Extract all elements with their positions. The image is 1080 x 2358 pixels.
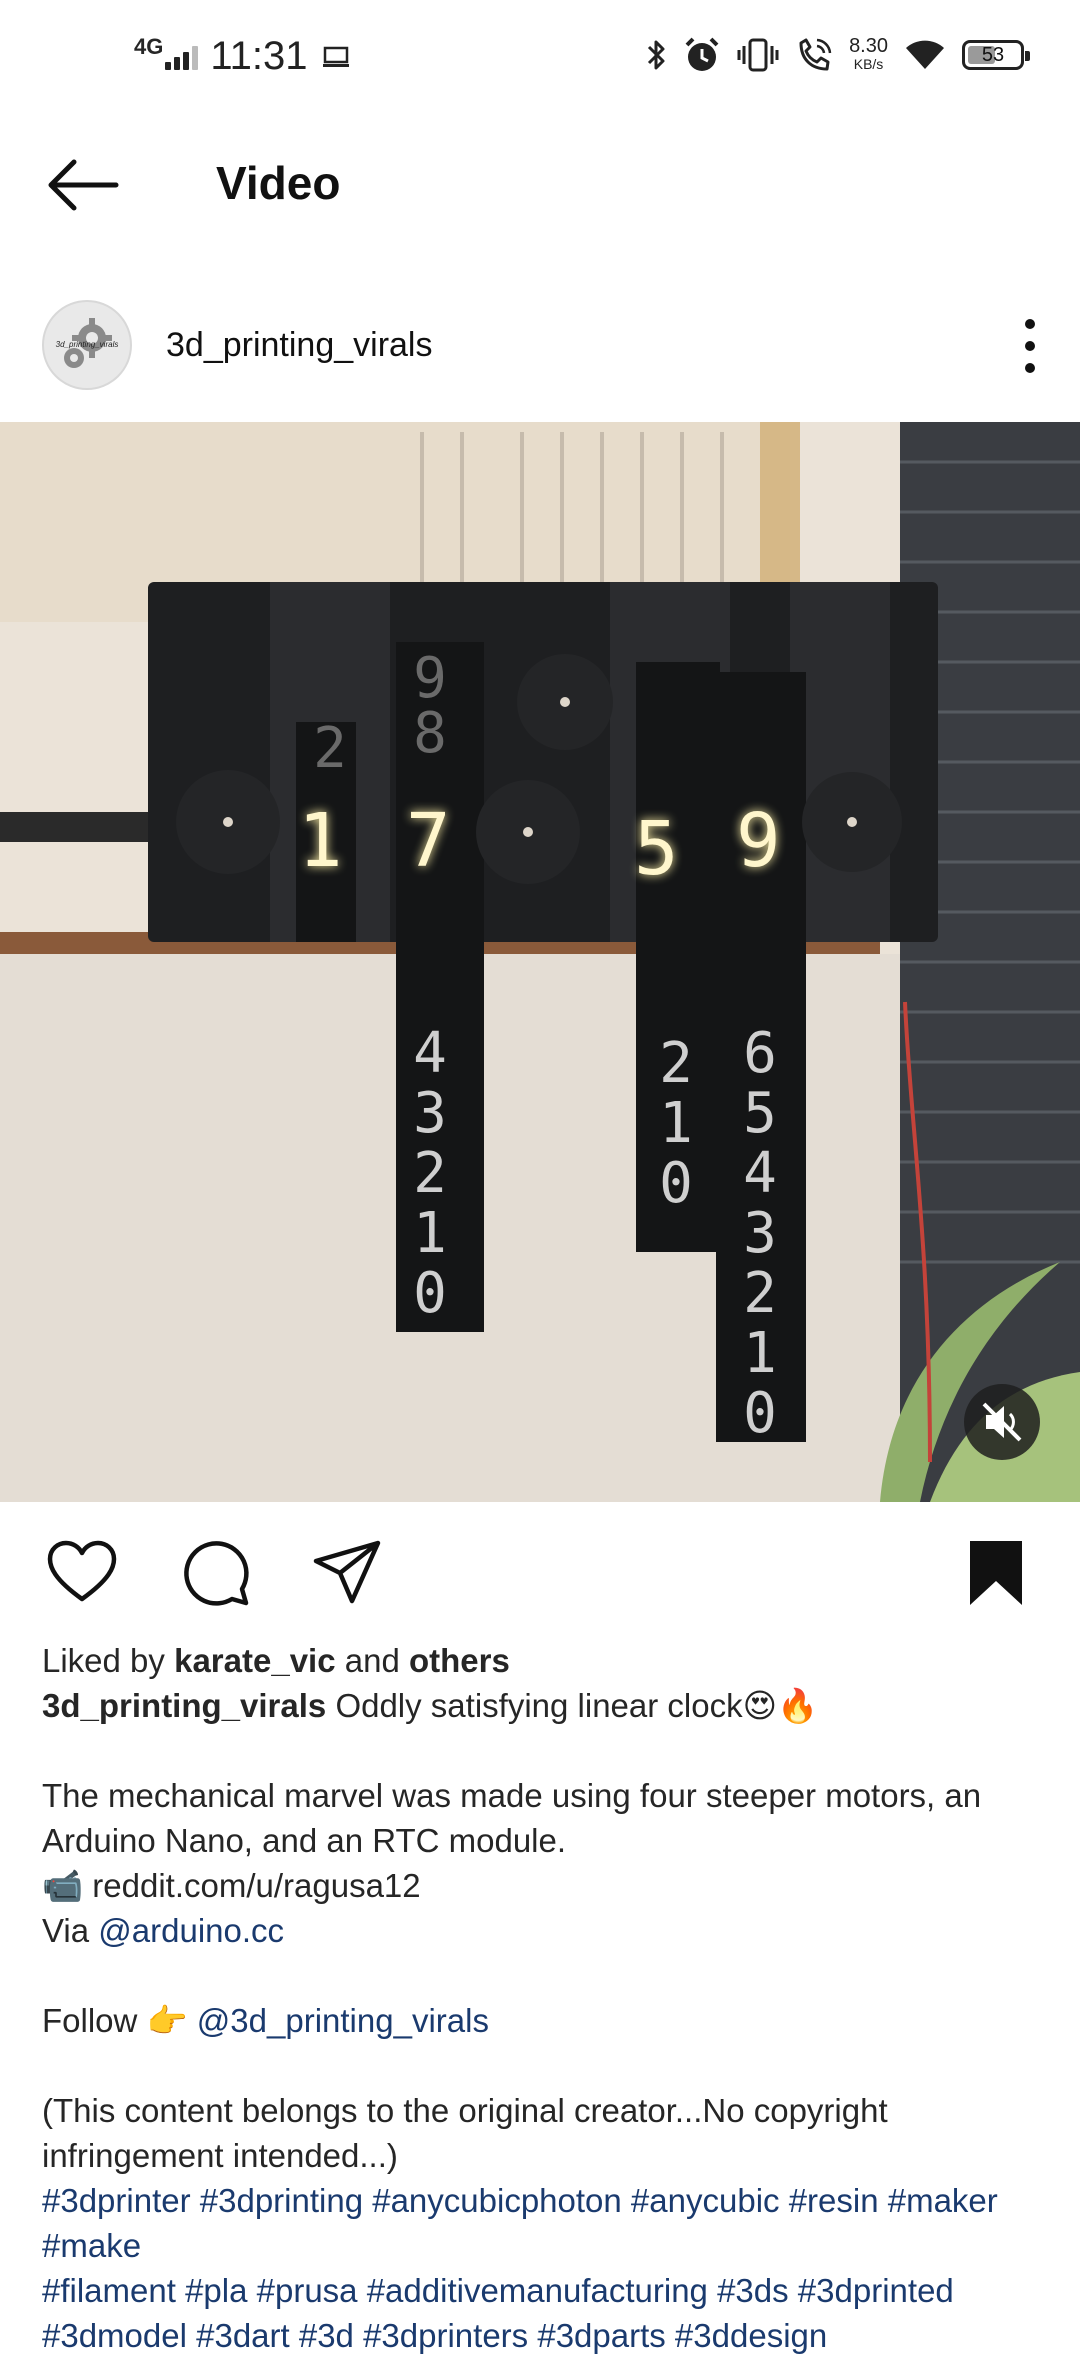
svg-text:0: 0 bbox=[743, 1381, 777, 1446]
follow-label: Follow 👉 bbox=[42, 2002, 188, 2039]
liked-by-others[interactable]: others bbox=[409, 1642, 510, 1679]
status-right: 8.30 KB/s 53 bbox=[645, 35, 1030, 74]
credit-line: 📹 reddit.com/u/ragusa12 bbox=[42, 1863, 1042, 1908]
follow-line: Follow 👉 @3d_printing_virals bbox=[42, 1998, 1042, 2043]
alarm-icon bbox=[685, 37, 719, 71]
svg-text:3: 3 bbox=[413, 1081, 447, 1146]
send-icon bbox=[313, 1540, 381, 1604]
video-player[interactable]: 43210 210 6543210 982 1 7 5 9 bbox=[0, 422, 1080, 1502]
avatar[interactable]: 3d_printing_virals bbox=[42, 300, 132, 390]
camera-emoji: 📹 bbox=[42, 1867, 84, 1904]
svg-text:5: 5 bbox=[743, 1081, 777, 1146]
svg-text:2: 2 bbox=[743, 1261, 777, 1326]
clock-digit-hour-tens: 1 bbox=[298, 798, 343, 884]
svg-text:2: 2 bbox=[313, 716, 347, 781]
disclaimer: (This content belongs to the original cr… bbox=[42, 2092, 888, 2174]
status-left: 4G 11:31 bbox=[134, 34, 350, 79]
wifi-calling-icon bbox=[799, 38, 832, 71]
screen-cast-icon bbox=[322, 46, 349, 67]
mute-toggle-button[interactable] bbox=[964, 1384, 1040, 1460]
post-header: 3d_printing_virals 3d_printing_virals bbox=[0, 290, 1080, 400]
svg-text:1: 1 bbox=[659, 1091, 693, 1156]
status-bar: 4G 11:31 8.30 KB/s 53 bbox=[0, 0, 1080, 120]
comment-icon bbox=[184, 1541, 249, 1606]
bookmark-icon bbox=[970, 1541, 1022, 1605]
hashtags-line-2[interactable]: #filament #pla #prusa #additivemanufactu… bbox=[42, 2268, 1042, 2313]
caption-headline: 3d_printing_virals Oddly satisfying line… bbox=[42, 1683, 1042, 1728]
speed-unit: KB/s bbox=[853, 56, 884, 72]
via-line: Via @arduino.cc bbox=[42, 1908, 1042, 1953]
clock-digit-minute-ones: 9 bbox=[736, 798, 781, 884]
via-mention-link[interactable]: @arduino.cc bbox=[98, 1912, 284, 1949]
svg-text:8: 8 bbox=[413, 701, 447, 766]
svg-text:1: 1 bbox=[743, 1321, 777, 1386]
svg-text:1: 1 bbox=[413, 1201, 447, 1266]
via-label: Via bbox=[42, 1912, 90, 1949]
network-type: 4G bbox=[134, 33, 164, 59]
svg-text:6: 6 bbox=[743, 1021, 777, 1086]
clock-digit-minute-tens: 5 bbox=[634, 806, 679, 892]
network-speed: 8.30 KB/s bbox=[849, 35, 888, 73]
comment-button[interactable] bbox=[180, 1537, 252, 1609]
signal-icon bbox=[165, 44, 199, 70]
save-button[interactable] bbox=[960, 1537, 1032, 1609]
post-caption: Liked by karate_vic and others 3d_printi… bbox=[42, 1638, 1042, 2358]
speed-value: 8.30 bbox=[849, 35, 888, 57]
post-action-bar bbox=[0, 1525, 1080, 1615]
bluetooth-icon bbox=[648, 40, 665, 70]
volume-muted-icon bbox=[982, 1402, 1022, 1442]
wifi-icon bbox=[906, 40, 944, 69]
likes-prefix: Liked by bbox=[42, 1642, 165, 1679]
caption-author[interactable]: 3d_printing_virals bbox=[42, 1687, 326, 1724]
share-button[interactable] bbox=[312, 1537, 384, 1609]
clock-time: 11:31 bbox=[210, 34, 308, 78]
liked-by-user[interactable]: karate_vic bbox=[174, 1642, 335, 1679]
likes-conj: and bbox=[344, 1642, 400, 1679]
clock-digit-hour-ones: 7 bbox=[406, 798, 451, 884]
like-button[interactable] bbox=[46, 1537, 118, 1609]
caption-body: The mechanical marvel was made using fou… bbox=[42, 1777, 982, 1859]
follow-mention-link[interactable]: @3d_printing_virals bbox=[197, 2002, 489, 2039]
svg-text:2: 2 bbox=[413, 1141, 447, 1206]
likes-line: Liked by karate_vic and others bbox=[42, 1638, 1042, 1683]
svg-text:4: 4 bbox=[743, 1141, 777, 1206]
avatar-logo-text: 3d_printing_virals bbox=[55, 340, 119, 349]
battery-level: 53 bbox=[981, 44, 1005, 66]
svg-text:3: 3 bbox=[743, 1201, 777, 1266]
vibrate-icon bbox=[737, 38, 779, 72]
svg-text:4: 4 bbox=[413, 1021, 447, 1086]
post-username[interactable]: 3d_printing_virals bbox=[166, 326, 433, 365]
back-arrow-icon bbox=[48, 159, 119, 211]
more-options-button[interactable] bbox=[1010, 314, 1050, 378]
more-vertical-icon bbox=[1025, 319, 1035, 373]
app-header: Video bbox=[0, 120, 1080, 250]
credit-link: reddit.com/u/ragusa12 bbox=[92, 1867, 421, 1904]
hashtags-line-3[interactable]: #3dmodel #3dart #3d #3dprinters #3dparts… bbox=[42, 2313, 1042, 2358]
back-button[interactable] bbox=[44, 152, 124, 218]
svg-text:2: 2 bbox=[659, 1031, 693, 1096]
hashtags-line-1[interactable]: #3dprinter #3dprinting #anycubicphoton #… bbox=[42, 2178, 1042, 2268]
svg-text:0: 0 bbox=[413, 1261, 447, 1326]
video-frame: 43210 210 6543210 982 bbox=[0, 422, 1080, 1502]
battery-icon: 53 bbox=[962, 40, 1030, 70]
svg-text:0: 0 bbox=[659, 1151, 693, 1216]
caption-headline-text: Oddly satisfying linear clock😍🔥 bbox=[335, 1687, 819, 1724]
heart-icon bbox=[47, 1540, 117, 1602]
page-title: Video bbox=[216, 157, 341, 209]
